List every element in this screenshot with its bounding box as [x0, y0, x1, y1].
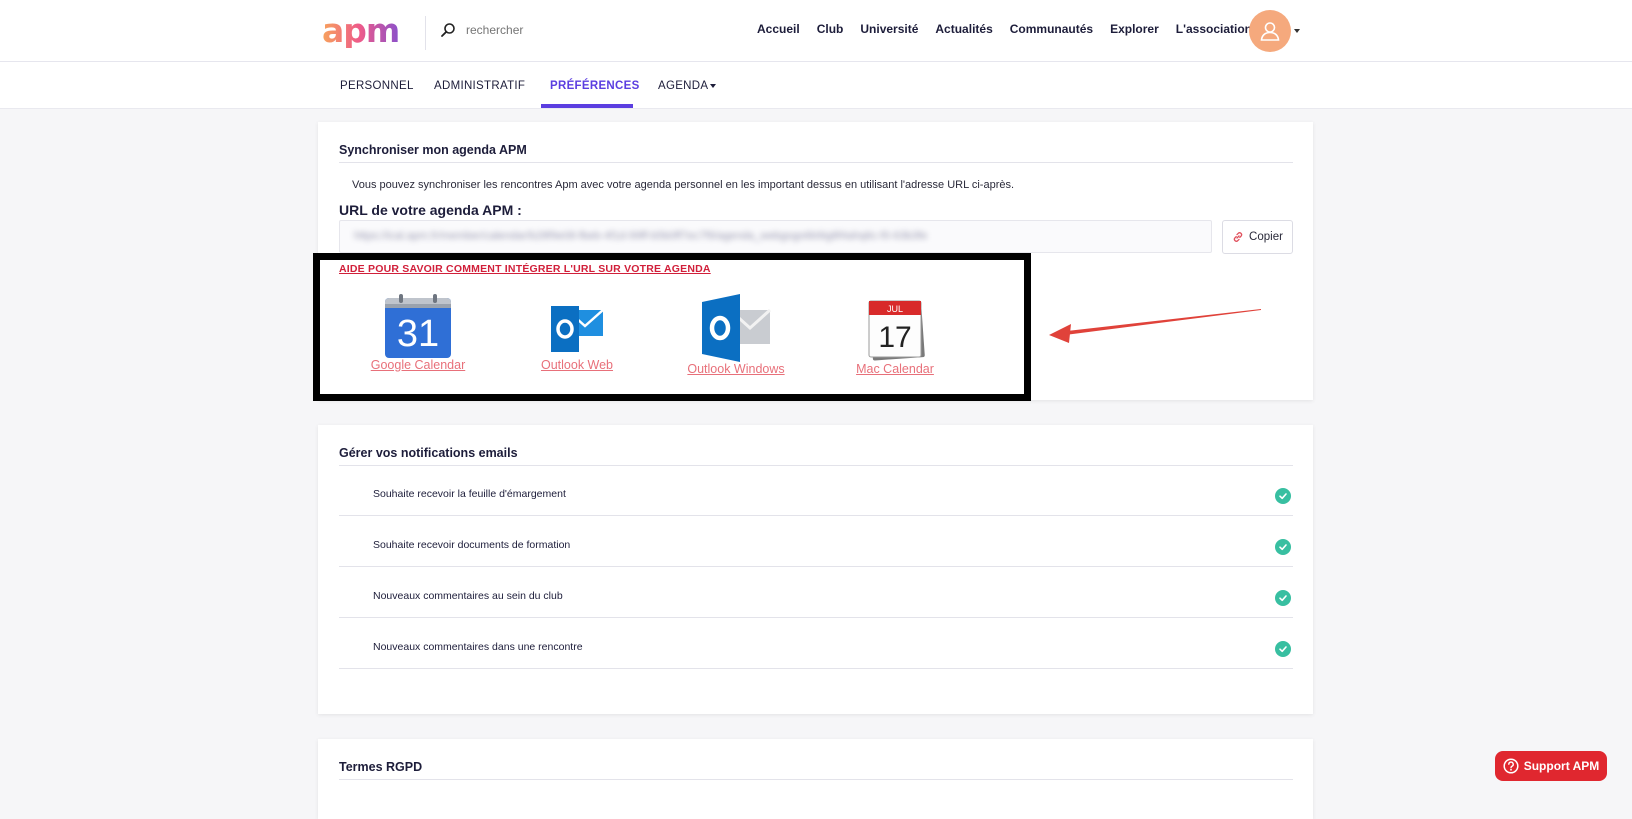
notification-label: Souhaite recevoir la feuille d'émargemen… [373, 488, 566, 500]
sync-title: Synchroniser mon agenda APM [339, 143, 527, 157]
support-label: Support APM [1523, 759, 1600, 773]
chevron-down-icon[interactable] [1294, 29, 1300, 33]
main-nav: Accueil Club Université Actualités Commu… [757, 22, 1252, 36]
apm-logo[interactable]: apm [322, 14, 406, 48]
tab-preferences[interactable]: PRÉFÉRENCES [550, 80, 640, 92]
link-icon [1233, 232, 1243, 242]
help-link[interactable]: AIDE POUR SAVOIR COMMENT INTÉGRER L'URL … [339, 263, 711, 275]
annotation-arrow-icon [1049, 309, 1261, 343]
outlook-windows-icon [702, 294, 772, 362]
nav-accueil[interactable]: Accueil [757, 22, 800, 36]
user-icon [1260, 22, 1280, 41]
check-icon[interactable] [1275, 641, 1291, 657]
active-tab-indicator [541, 104, 633, 108]
search-icon [441, 23, 455, 37]
search-input[interactable] [464, 22, 664, 38]
outlook-windows-label: Outlook Windows [687, 362, 785, 376]
nav-explorer[interactable]: Explorer [1110, 22, 1159, 36]
outlook-web-link[interactable]: Outlook Web [517, 302, 637, 372]
notifications-card: Gérer vos notifications emails Souhaite … [318, 425, 1313, 714]
rgpd-card: Termes RGPD [318, 739, 1313, 819]
copy-label: Copier [1249, 231, 1283, 243]
mac-calendar-label: Mac Calendar [856, 362, 934, 376]
notifications-title: Gérer vos notifications emails [339, 446, 518, 460]
logo-text: apm [322, 14, 406, 48]
notification-label: Nouveaux commentaires dans une rencontre [373, 641, 583, 653]
check-icon[interactable] [1275, 488, 1291, 504]
nav-universite[interactable]: Université [860, 22, 918, 36]
check-icon[interactable] [1275, 590, 1291, 606]
divider [339, 779, 1293, 780]
mac-calendar-day: 17 [878, 321, 911, 354]
sync-description: Vous pouvez synchroniser les rencontres … [352, 179, 1015, 191]
copy-button[interactable]: Copier [1222, 220, 1293, 254]
outlook-web-label: Outlook Web [540, 358, 614, 372]
url-field[interactable]: https://ical.apm.fr/member/calendar/b28f… [339, 220, 1212, 253]
nav-actualites[interactable]: Actualités [935, 22, 992, 36]
google-calendar-icon: 31 [385, 294, 451, 358]
nav-communautes[interactable]: Communautés [1010, 22, 1093, 36]
mac-calendar-link[interactable]: JUL 17 Mac Calendar [835, 297, 955, 376]
header-divider [425, 16, 426, 50]
nav-club[interactable]: Club [817, 22, 844, 36]
tab-administratif[interactable]: ADMINISTRATIF [434, 80, 525, 92]
notification-row: Souhaite recevoir la feuille d'émargemen… [339, 466, 1293, 516]
google-calendar-link[interactable]: 31 Google Calendar [358, 294, 478, 372]
top-header: apm Accueil Club Université Actualités C… [0, 0, 1632, 62]
tab-personnel[interactable]: PERSONNEL [340, 80, 414, 92]
nav-association[interactable]: L'association [1176, 22, 1252, 36]
google-calendar-day: 31 [397, 313, 439, 355]
notification-row: Souhaite recevoir documents de formation [339, 517, 1293, 567]
caret-down-icon [710, 83, 717, 88]
help-icon [1503, 758, 1519, 774]
notification-label: Souhaite recevoir documents de formation [373, 539, 571, 551]
search-bar[interactable] [440, 18, 664, 42]
tab-agenda[interactable]: AGENDA [658, 80, 717, 92]
mac-calendar-icon: JUL 17 [868, 300, 925, 361]
support-button[interactable]: Support APM [1495, 751, 1607, 781]
rgpd-title: Termes RGPD [339, 760, 423, 774]
tab-agenda-label: AGENDA [658, 80, 709, 92]
url-label: URL de votre agenda APM : [339, 202, 522, 218]
mac-calendar-month: JUL [887, 304, 903, 314]
outlook-web-icon [551, 306, 604, 352]
google-calendar-label: Google Calendar [370, 358, 466, 372]
user-avatar[interactable] [1249, 10, 1291, 52]
check-icon[interactable] [1275, 539, 1291, 555]
notification-row: Nouveaux commentaires dans une rencontre [339, 619, 1293, 669]
notification-row: Nouveaux commentaires au sein du club [339, 568, 1293, 618]
divider [339, 162, 1293, 163]
url-value: https://ical.apm.fr/member/calendar/b28f… [354, 230, 928, 242]
notification-label: Nouveaux commentaires au sein du club [373, 590, 563, 602]
tab-bar: PERSONNEL ADMINISTRATIF PRÉFÉRENCES AGEN… [0, 62, 1632, 109]
outlook-windows-link[interactable]: Outlook Windows [676, 294, 796, 376]
